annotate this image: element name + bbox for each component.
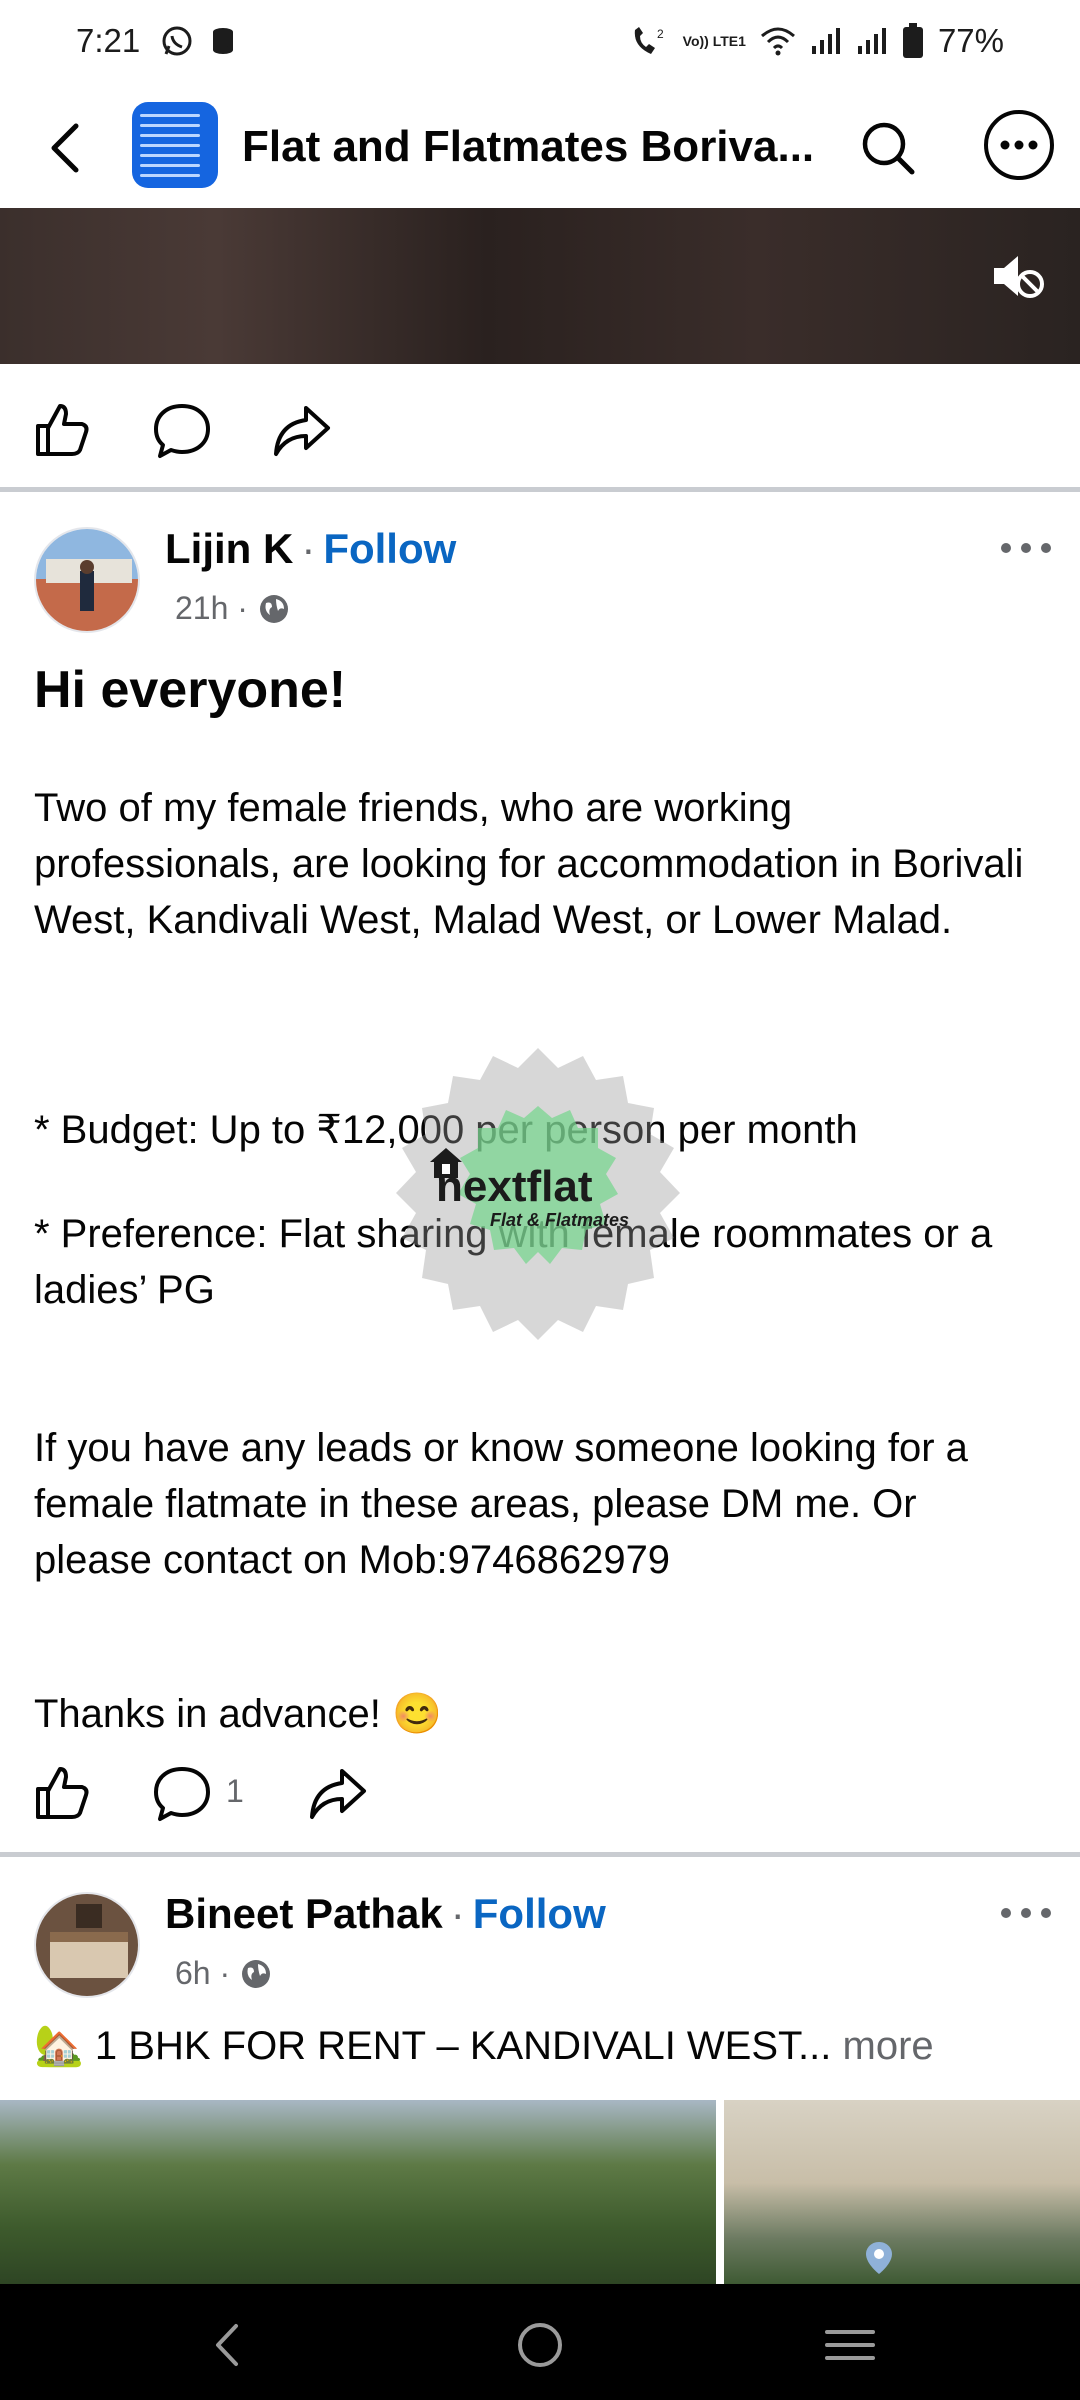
group-header: Flat and Flatmates Boriva... (0, 88, 1080, 208)
storage-icon (213, 28, 233, 54)
wifi-call-icon: 2 (634, 27, 664, 54)
post-meta: 6h · (175, 1955, 272, 1992)
mute-icon[interactable] (990, 248, 1046, 304)
wifi-icon (760, 27, 795, 56)
avatar[interactable] (34, 527, 140, 633)
back-arrow-icon[interactable] (40, 120, 96, 176)
share-icon[interactable] (308, 1763, 368, 1823)
post-paragraph: If you have any leads or know someone lo… (34, 1426, 980, 1582)
nav-recents-icon[interactable] (825, 2320, 875, 2370)
post-paragraph: Two of my female friends, who are workin… (34, 786, 1035, 942)
post-divider (0, 487, 1080, 492)
comment-count[interactable]: 1 (226, 1773, 244, 1810)
more-icon[interactable] (984, 110, 1054, 180)
video-thumbnail[interactable] (0, 208, 1080, 364)
globe-icon (242, 1959, 271, 1988)
share-icon[interactable] (272, 400, 332, 460)
post-heading: Hi everyone! (34, 661, 347, 719)
location-pin-icon (866, 2242, 892, 2274)
status-time: 7:21 (76, 22, 141, 59)
comment-icon[interactable] (152, 400, 212, 460)
group-avatar[interactable] (132, 102, 218, 188)
status-bar: 7:21 2 Vo)) LTE1 77% (0, 0, 1080, 88)
separator-dot: · (301, 525, 316, 572)
watermark-brand: nextflat (436, 1162, 593, 1211)
post-preview: 🏡 1 BHK FOR RENT – KANDIVALI WEST... mor… (34, 2022, 934, 2069)
search-icon[interactable] (858, 118, 918, 178)
whatsapp-icon (162, 26, 192, 56)
nav-back-icon[interactable] (204, 2320, 254, 2370)
comment-icon[interactable] (152, 1763, 212, 1823)
follow-button[interactable]: Follow (473, 1890, 606, 1937)
post-photo[interactable] (724, 2100, 1080, 2284)
like-icon[interactable] (32, 400, 92, 460)
post-time[interactable]: 21h · (175, 590, 248, 627)
battery-icon (902, 23, 923, 58)
post-preview-text: 🏡 1 BHK FOR RENT – KANDIVALI WEST... (34, 2024, 832, 2068)
post-author-line: Lijin K · Follow (165, 525, 456, 573)
separator-dot: · (450, 1890, 465, 1937)
avatar[interactable] (34, 1892, 140, 1998)
signal-icon (857, 28, 886, 54)
like-icon[interactable] (32, 1763, 92, 1823)
post-author-line: Bineet Pathak · Follow (165, 1890, 606, 1938)
post-options-icon[interactable] (998, 1903, 1054, 1923)
top-post-actions (0, 372, 1080, 482)
group-title[interactable]: Flat and Flatmates Boriva... (242, 122, 822, 172)
globe-icon (259, 594, 288, 623)
nav-home-icon[interactable] (515, 2320, 565, 2370)
lte-label: Vo)) LTE1 (682, 33, 746, 49)
post-paragraph: Thanks in advance! 😊 (34, 1692, 442, 1736)
post-divider (0, 1852, 1080, 1857)
post-time[interactable]: 6h · (175, 1955, 230, 1992)
post-options-icon[interactable] (998, 538, 1054, 558)
see-more-link[interactable]: more (831, 2024, 934, 2068)
watermark-tagline: Flat & Flatmates (490, 1210, 630, 1230)
svg-text:2: 2 (657, 27, 664, 41)
post-photo[interactable] (0, 2100, 716, 2284)
signal-icon (811, 28, 840, 54)
author-name[interactable]: Lijin K (165, 525, 293, 572)
battery-percent: 77% (937, 22, 1004, 59)
system-nav-bar (0, 2284, 1080, 2400)
author-name[interactable]: Bineet Pathak (165, 1890, 443, 1937)
post-meta: 21h · (175, 590, 290, 627)
volte-icon: Vo)) LTE1 (683, 34, 746, 48)
follow-button[interactable]: Follow (323, 525, 456, 572)
post-actions: 1 (0, 1735, 1080, 1845)
